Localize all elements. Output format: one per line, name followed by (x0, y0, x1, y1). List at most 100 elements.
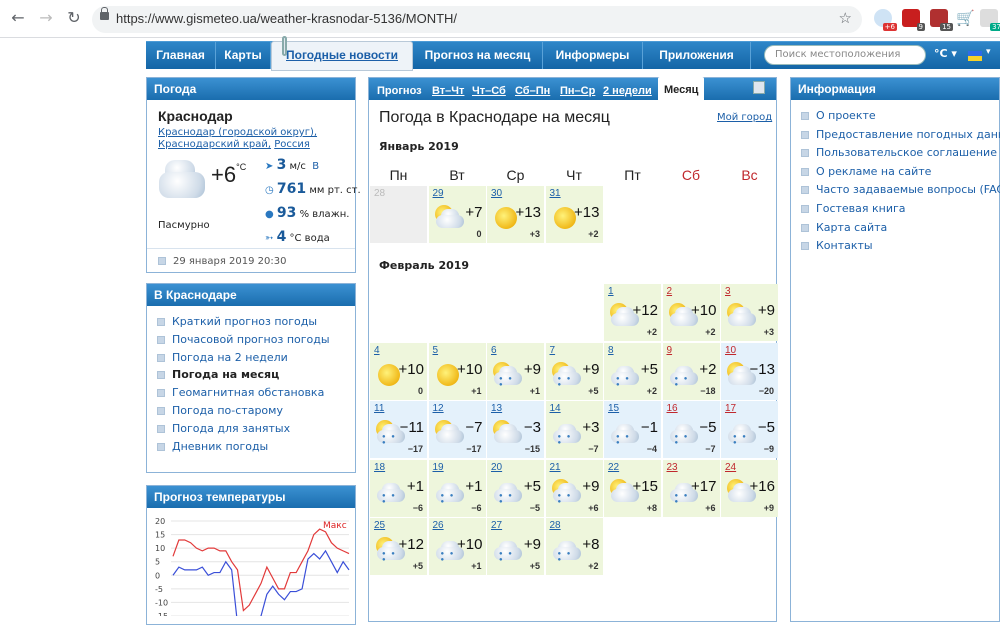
info-link[interactable]: Контакты (801, 239, 873, 252)
info-link[interactable]: Часто задаваемые вопросы (FAQ) (801, 183, 1000, 196)
day-number[interactable]: 19 (433, 462, 444, 473)
day-number[interactable]: 31 (550, 188, 561, 199)
tab-mon-wed[interactable]: Пн–Ср (560, 80, 595, 102)
tab-sat-mon[interactable]: Сб–Пн (515, 80, 550, 102)
day-number[interactable]: 13 (491, 403, 502, 414)
day-number[interactable]: 7 (550, 345, 556, 356)
ext-icon[interactable]: 15 (930, 9, 953, 31)
city-link[interactable]: Погода на месяц (157, 368, 279, 381)
cart-icon[interactable]: 🛒 (956, 9, 975, 27)
nav-apps[interactable]: Приложения (643, 42, 751, 69)
day-cell[interactable]: 16 ● ● ● −5 −7 (662, 401, 720, 458)
city-link[interactable]: Погода по-старому (157, 404, 283, 417)
weather-extension-icon[interactable]: +6 (874, 9, 897, 31)
info-link[interactable]: О рекламе на сайте (801, 165, 931, 178)
reload-icon[interactable]: ↻ (64, 8, 84, 28)
day-cell[interactable]: 28 ● ● ● +8 +2 (545, 518, 603, 575)
day-number[interactable]: 10 (725, 345, 736, 356)
day-number[interactable]: 28 (550, 520, 561, 531)
day-cell[interactable]: 3 +9 +3 (721, 284, 778, 341)
day-cell[interactable]: 23 ● ● ● +17 +6 (662, 459, 720, 517)
day-cell[interactable]: 24 +16 +9 (721, 459, 778, 517)
day-cell[interactable]: 22 +15 +8 (604, 459, 661, 517)
day-cell[interactable]: 18 ● ● ● +1 −6 (370, 459, 427, 517)
nav-month-forecast[interactable]: Прогноз на месяц (413, 42, 543, 69)
day-number[interactable]: 3 (725, 286, 731, 297)
day-cell[interactable]: 26 ● ● ● +10 +1 (428, 518, 486, 575)
tab-tue-thu[interactable]: Вт–Чт (432, 80, 464, 102)
day-number[interactable]: 18 (374, 462, 385, 473)
day-number[interactable]: 20 (491, 462, 502, 473)
day-cell[interactable]: 12 −7 −17 (428, 401, 486, 458)
day-cell[interactable]: 13 −3 −15 (487, 401, 544, 458)
day-cell[interactable]: 5 +10 +1 (428, 342, 486, 400)
day-number[interactable]: 15 (608, 403, 619, 414)
day-cell[interactable]: 25 ● ● ● +12 +5 (370, 518, 427, 575)
nav-weather-news[interactable]: Погодные новости (271, 41, 413, 71)
breadcrumb-country[interactable]: Россия (274, 139, 310, 150)
day-cell[interactable]: 8 ● ● ● +5 +2 (604, 342, 661, 400)
day-number[interactable]: 1 (608, 286, 614, 297)
my-city-link[interactable]: Мой город (717, 112, 772, 123)
info-link[interactable]: Гостевая книга (801, 202, 906, 215)
day-number[interactable]: 26 (433, 520, 444, 531)
day-number[interactable]: 12 (433, 403, 444, 414)
city-link[interactable]: Погода на 2 недели (157, 351, 288, 364)
address-bar[interactable]: https://www.gismeteo.ua/weather-krasnoda… (92, 6, 862, 33)
breadcrumb-district[interactable]: Краснодар (городской округ), (158, 127, 317, 138)
day-cell[interactable]: 30 +13 +3 (487, 186, 544, 243)
day-number[interactable]: 27 (491, 520, 502, 531)
adblock-extension-icon[interactable]: 9 (902, 9, 925, 31)
day-cell[interactable]: 28 (370, 186, 427, 243)
day-number[interactable]: 30 (491, 188, 502, 199)
info-link[interactable]: Пользовательское соглашение (801, 146, 997, 159)
breadcrumb-region[interactable]: Краснодарский край, (158, 139, 271, 150)
day-cell[interactable]: 14 ● ● ● +3 −7 (545, 401, 603, 458)
unit-select[interactable]: °C ▾ (934, 47, 957, 60)
city-link[interactable]: Почасовой прогноз погоды (157, 333, 330, 346)
day-number[interactable]: 23 (667, 462, 678, 473)
chevron-down-icon[interactable]: ▾ (986, 47, 991, 57)
city-link[interactable]: Погода для занятых (157, 422, 290, 435)
day-number[interactable]: 14 (550, 403, 561, 414)
nav-informers[interactable]: Информеры (543, 42, 643, 69)
bookmark-star-icon[interactable]: ☆ (839, 9, 852, 27)
city-link[interactable]: Дневник погоды (157, 440, 268, 453)
day-number[interactable]: 24 (725, 462, 736, 473)
day-cell[interactable]: 31 +13 +2 (545, 186, 603, 243)
day-cell[interactable]: 29 +7 0 (428, 186, 486, 243)
day-cell[interactable]: 21 ● ● ● +9 +6 (545, 459, 603, 517)
info-link[interactable]: Карта сайта (801, 221, 887, 234)
tab-thu-sat[interactable]: Чт–Сб (472, 80, 506, 102)
forward-arrow-icon[interactable]: → (36, 8, 56, 28)
nav-home[interactable]: Главная (146, 42, 216, 69)
day-cell[interactable]: 1 +12 +2 (604, 284, 661, 341)
day-number[interactable]: 22 (608, 462, 619, 473)
day-cell[interactable]: 2 +10 +2 (662, 284, 720, 341)
tab-2-weeks[interactable]: 2 недели (603, 80, 652, 102)
day-cell[interactable]: 27 ● ● ● +9 +5 (487, 518, 544, 575)
day-number[interactable]: 11 (374, 403, 384, 414)
day-number[interactable]: 9 (667, 345, 673, 356)
day-number[interactable]: 5 (433, 345, 439, 356)
day-cell[interactable]: 4 +10 0 (370, 342, 427, 400)
day-cell[interactable]: 17 ● ● ● −5 −9 (721, 401, 778, 458)
ukraine-flag-icon[interactable] (968, 51, 982, 61)
tab-month[interactable]: Месяц (658, 77, 705, 103)
print-icon[interactable] (753, 81, 765, 94)
day-number[interactable]: 6 (491, 345, 497, 356)
location-search-input[interactable]: Поиск местоположения (764, 45, 926, 65)
day-number[interactable]: 2 (667, 286, 673, 297)
day-cell[interactable]: 7 ● ● ● +9 +5 (545, 342, 603, 400)
day-number[interactable]: 16 (667, 403, 678, 414)
back-arrow-icon[interactable]: ← (8, 8, 28, 28)
info-link[interactable]: Предоставление погодных данных (801, 128, 1000, 141)
info-link[interactable]: О проекте (801, 109, 876, 122)
day-number[interactable]: 8 (608, 345, 614, 356)
day-number[interactable]: 21 (550, 462, 561, 473)
day-number[interactable]: 28 (374, 188, 385, 199)
day-cell[interactable]: 9 ● ● ● +2 −18 (662, 342, 720, 400)
day-number[interactable]: 25 (374, 520, 385, 531)
ext-icon[interactable]: 37 (980, 9, 1000, 31)
day-cell[interactable]: 19 ● ● ● +1 −6 (428, 459, 486, 517)
